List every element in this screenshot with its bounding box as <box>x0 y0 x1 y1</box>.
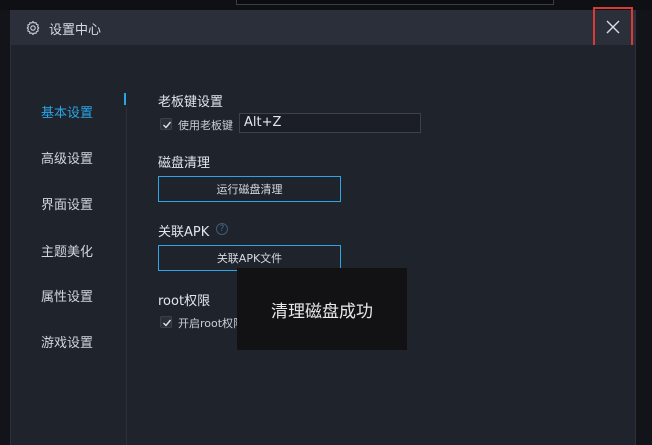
sidebar-item-basic[interactable]: 基本设置 <box>41 102 93 121</box>
boss-key-title: 老板键设置 <box>158 95 224 110</box>
help-icon[interactable]: ? <box>216 223 228 235</box>
disk-clean-title: 磁盘清理 <box>158 156 211 171</box>
root-permission-checkbox-label: 开启root权限 <box>178 317 245 330</box>
root-permission-checkbox[interactable] <box>160 316 172 328</box>
sidebar-item-properties[interactable]: 属性设置 <box>41 286 93 305</box>
boss-key-hotkey-field[interactable]: Alt+Z <box>239 113 421 133</box>
toast-notification: 清理磁盘成功 <box>237 268 407 350</box>
settings-sidebar: 基本设置 高级设置 界面设置 主题美化 属性设置 游戏设置 <box>11 45 123 445</box>
active-tab-indicator <box>124 93 126 105</box>
background-input-field <box>236 0 554 5</box>
toast-message: 清理磁盘成功 <box>271 301 373 322</box>
close-icon <box>606 20 620 34</box>
title-bar: 设置中心 <box>11 7 635 47</box>
settings-gear-icon <box>25 20 41 36</box>
sidebar-item-advanced[interactable]: 高级设置 <box>41 148 93 167</box>
sidebar-item-games[interactable]: 游戏设置 <box>41 332 93 351</box>
settings-dialog: 设置中心 基本设置 高级设置 界面设置 主题美化 属性设置 游戏设置 <box>10 7 636 445</box>
close-button[interactable] <box>593 7 633 47</box>
sidebar-item-interface[interactable]: 界面设置 <box>41 194 93 213</box>
root-permission-title: root权限 <box>158 294 211 309</box>
sidebar-item-theme[interactable]: 主题美化 <box>41 241 93 260</box>
sidebar-divider <box>126 107 127 445</box>
run-disk-clean-button[interactable]: 运行磁盘清理 <box>158 176 341 202</box>
checkmark-icon <box>163 121 172 129</box>
boss-key-checkbox[interactable] <box>160 118 172 130</box>
apk-association-title: 关联APK <box>158 225 210 240</box>
checkmark-icon <box>163 319 172 327</box>
boss-key-checkbox-label: 使用老板键 <box>178 119 233 132</box>
dialog-title: 设置中心 <box>49 23 102 38</box>
